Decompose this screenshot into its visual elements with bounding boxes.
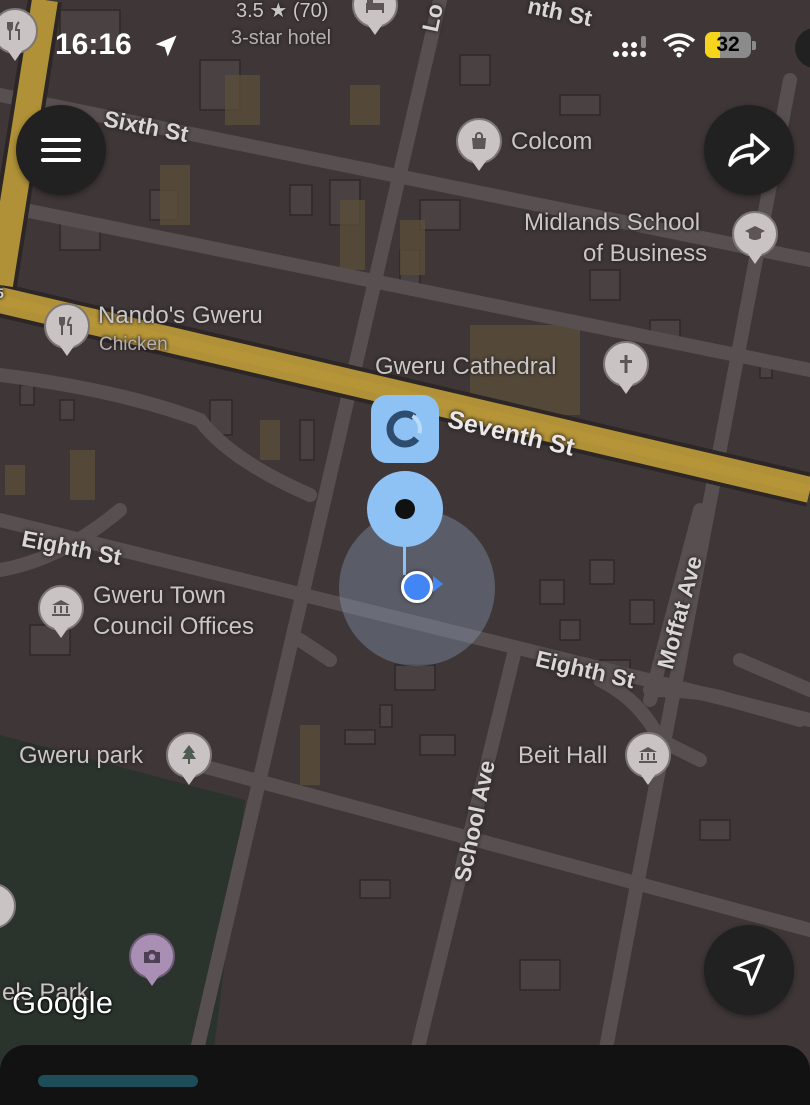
directions-button[interactable] bbox=[704, 105, 794, 195]
tree-icon bbox=[182, 745, 196, 764]
cross-icon bbox=[620, 355, 632, 373]
menu-icon bbox=[41, 138, 81, 162]
nandos-category: Chicken bbox=[99, 334, 168, 355]
cathedral-pin[interactable] bbox=[603, 341, 649, 394]
midlands-pin[interactable] bbox=[732, 211, 778, 264]
google-attribution: Google bbox=[12, 985, 114, 1020]
beit-hall-pin[interactable] bbox=[625, 732, 671, 785]
cathedral-label: Gweru Cathedral bbox=[375, 353, 557, 380]
town-council-label-line2: Council Offices bbox=[93, 613, 254, 640]
colcom-pin[interactable] bbox=[456, 118, 502, 171]
status-time: 16:16 bbox=[55, 28, 132, 61]
partial-edge-button bbox=[795, 28, 810, 68]
loading-spinner-icon bbox=[386, 410, 424, 448]
colcom-label: Colcom bbox=[511, 128, 593, 155]
battery-indicator: 32 bbox=[705, 32, 751, 58]
tree-icon bbox=[0, 894, 5, 918]
status-bar: 16:16 32 bbox=[0, 0, 810, 92]
bottom-sheet[interactable] bbox=[0, 1045, 810, 1105]
cellular-signal-icon bbox=[613, 36, 646, 57]
government-building-icon bbox=[52, 600, 70, 616]
pickup-pin-stem bbox=[403, 545, 406, 575]
town-council-label-line1: Gweru Town bbox=[93, 582, 226, 609]
navigation-arrow-icon bbox=[733, 954, 765, 986]
pickup-pin[interactable] bbox=[367, 471, 443, 547]
midlands-label-line1: Midlands School bbox=[524, 209, 701, 236]
location-services-icon bbox=[155, 35, 177, 57]
menu-button[interactable] bbox=[16, 105, 106, 195]
fork-knife-icon bbox=[59, 316, 72, 335]
shopping-bag-icon bbox=[472, 132, 486, 149]
nandos-pin[interactable] bbox=[44, 303, 90, 356]
battery-cap bbox=[752, 41, 756, 50]
bottom-sheet-peek bbox=[38, 1075, 198, 1087]
battery-percentage: 32 bbox=[716, 33, 740, 56]
directions-icon bbox=[728, 133, 770, 167]
photo-spot-pin[interactable] bbox=[129, 933, 175, 986]
government-building-icon bbox=[639, 747, 657, 763]
nandos-label: Nando's Gweru bbox=[98, 302, 263, 329]
heading-indicator bbox=[433, 576, 443, 592]
midlands-label-line2: of Business bbox=[583, 240, 708, 267]
gweru-park-label: Gweru park bbox=[19, 742, 144, 769]
current-location-dot[interactable] bbox=[401, 571, 433, 603]
gweru-park-pin[interactable] bbox=[166, 732, 212, 785]
town-council-pin[interactable] bbox=[38, 585, 84, 638]
camera-icon bbox=[144, 950, 160, 963]
wifi-icon bbox=[662, 33, 696, 58]
my-location-button[interactable] bbox=[704, 925, 794, 1015]
pickup-pin-dot bbox=[395, 499, 415, 519]
beit-hall-label: Beit Hall bbox=[518, 742, 608, 769]
loading-marker[interactable] bbox=[371, 395, 439, 463]
graduation-cap-icon bbox=[745, 226, 765, 240]
road-marker: 5 bbox=[0, 285, 4, 301]
